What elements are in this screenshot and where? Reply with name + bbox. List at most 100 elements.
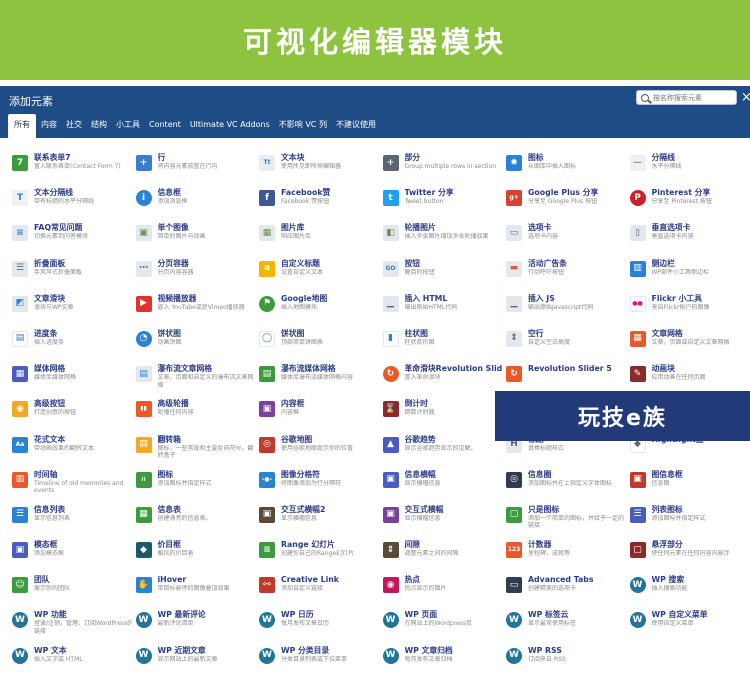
element-item[interactable]: W WP RSS 订阅来自 RSS (502, 642, 626, 677)
accordion-icon: ☰ (12, 260, 28, 277)
element-item[interactable]: ⌛ 倒计时 倒数计时器 (379, 395, 503, 430)
element-item[interactable]: -●- 图像分格符 将图像添加为行分隔符 (255, 466, 379, 501)
element-item[interactable]: ▥ 时间轴 Timeline of old memories and events (8, 466, 132, 501)
element-item[interactable]: ◧ 轮播图片 插入多张图片增加多张轮播效果 (379, 219, 503, 254)
element-item[interactable]: ⇕ 空行 自定义空白高度 (502, 325, 626, 360)
element-item[interactable]: g+ Google Plus 分享 分享至 Google Plus 按钮 (502, 184, 626, 219)
element-item[interactable]: P Pinterest 分享 分享至 Pinterest 按钮 (626, 184, 750, 219)
close-icon[interactable]: × (741, 91, 750, 104)
element-item[interactable]: ▮ 柱状图 柱状条形图 (379, 325, 503, 360)
element-item[interactable]: ◎ 谷歌地图 使用谷歌地图提示你的位置 (255, 431, 379, 466)
element-item[interactable]: ▤ 翻转箱 图标，一些常规和主要反向符号，翻转盒子 (132, 431, 256, 466)
element-item[interactable]: ▢ 悬浮部分 使任何元素在任何内容内悬浮 (626, 536, 750, 571)
tab-6[interactable]: Ultimate VC Addons (186, 114, 274, 138)
element-item[interactable]: ▦ 媒体网格 媒体库媒体网格 (8, 360, 132, 395)
element-item[interactable]: ▥ 侧边栏 WP部件小工具侧边栏 (626, 255, 750, 290)
element-item[interactable]: ◩ 文章滑块 滑块与WP文章 (8, 290, 132, 325)
element-item[interactable]: t Twitter 分享 Tweet button (379, 184, 503, 219)
element-item[interactable]: — 分隔线 水平分隔线 (626, 149, 750, 184)
element-item[interactable]: ▣ 交互式横幅2 显示横幅信息 (255, 501, 379, 536)
element-item[interactable]: ✹ 图标 从图库中插入图标 (502, 149, 626, 184)
tab-0[interactable]: 所有 (8, 114, 36, 138)
element-item[interactable]: Tt 文本块 使用所见即所得编辑器 (255, 149, 379, 184)
element-item[interactable]: ▦ 文章网格 文章，页面或自定义文章网格 (626, 325, 750, 360)
element-item[interactable]: ●● Flickr 小工具 来自Flickr帐户的图像 (626, 290, 750, 325)
element-item[interactable]: + 部分 Group multiple rows in section (379, 149, 503, 184)
element-item[interactable]: ▦ 信息表 创建漂亮的信息表。 (132, 501, 256, 536)
element-item[interactable]: W WP 日历 每月发布文章日历 (255, 606, 379, 641)
element-item[interactable]: W WP 搜索 插入搜索功能 (626, 571, 750, 606)
tab-3[interactable]: 结构 (87, 114, 111, 138)
element-item[interactable]: W WP 分类目录 分类目录列表或下拉菜单 (255, 642, 379, 677)
element-item[interactable]: W WP 文章归档 每月发布文章归档 (379, 642, 503, 677)
element-item[interactable]: ☺ 团队 展示你的团队 (8, 571, 132, 606)
element-item[interactable]: ▤ 瀑布流文章网格 文章，页面和自定义的瀑布流文章网格 (132, 360, 256, 395)
element-item[interactable]: ▭ 选项卡 选项卡内容 (502, 219, 626, 254)
element-item[interactable]: ▯ 垂直选项卡 垂直选项卡内容 (626, 219, 750, 254)
element-item[interactable]: W WP 自定义菜单 使用自定义菜单 (626, 606, 750, 641)
tab-5[interactable]: Content (145, 114, 185, 138)
element-item[interactable]: ◉ 热点 热点显示的图片 (379, 571, 503, 606)
element-item[interactable]: ⁞⁞ 图标 添加图标并指定样式 (132, 466, 256, 501)
element-name: Creative Link (281, 575, 339, 585)
element-item[interactable]: a 自定义标题 设置自定义文本 (255, 255, 379, 290)
element-item[interactable]: ▲ 谷歌趋势 显示谷歌趋势显示的见解。 (379, 431, 503, 466)
element-item[interactable]: ▭ Advanced Tabs 创建精美的选项卡 (502, 571, 626, 606)
element-item[interactable]: W WP 页面 在网站上的Wordpress页 (379, 606, 503, 641)
element-item[interactable]: W WP 最新评论 最新评论清单 (132, 606, 256, 641)
element-item[interactable]: ⚯ Creative Link 添加自定义链接 (255, 571, 379, 606)
element-item[interactable]: f Facebook赞 Facebook 赞按钮 (255, 184, 379, 219)
element-item[interactable]: W WP 文本 插入文字或 HTML (8, 642, 132, 677)
element-item[interactable]: + 行将内容元素放置在行内 (132, 149, 256, 184)
element-item[interactable]: ◆ 价目框 酷炫的价目表 (132, 536, 256, 571)
countdown-icon: ⌛ (382, 401, 399, 418)
element-item[interactable]: ▣ 信息横幅 显示横幅信息 (379, 466, 503, 501)
element-item[interactable]: ≡ FAQ常见问题 切换元素到问答模块 (8, 219, 132, 254)
element-item[interactable]: W WP 近期文章 显示网站上的最新文章 (132, 642, 256, 677)
element-item[interactable]: ☰ 信息列表 显示信息列表 (8, 501, 132, 536)
element-item[interactable]: ▁ 插入 HTML 输出原始HTML代码 (379, 290, 503, 325)
element-item[interactable]: ▦ 图片库 响应图片库 (255, 219, 379, 254)
element-item[interactable]: ◯ 饼状图 顶部简单饼图表 (255, 325, 379, 360)
element-item[interactable]: ◎ 信息圈 添加图标并在上指定义字体图标 (502, 466, 626, 501)
element-item[interactable]: Aa 花式文本 带动画效果的翻转文本 (8, 431, 132, 466)
element-item[interactable]: ⇕ 间隙 调整元素之间的间隙 (379, 536, 503, 571)
element-item[interactable]: 7 联系表单7 置入联系表单(Contact Form 7) (8, 149, 132, 184)
element-item[interactable]: ▣ 图信息框 信息图 (626, 466, 750, 501)
element-item[interactable]: ≡ Range 幻灯片 创建你自己的Range幻灯片 (255, 536, 379, 571)
tab-8[interactable]: 不建议使用 (332, 114, 380, 138)
element-item[interactable]: ⋯ 分页容器 分页内容容器 (132, 255, 256, 290)
element-item[interactable]: ◉ 高级按钮 打造创意的按钮 (8, 395, 132, 430)
element-item[interactable]: ⚑ Google地图 插入地图模块 (255, 290, 379, 325)
element-item[interactable]: W WP 功能 登录/注销，管理，订阅WordPress的链接 (8, 606, 132, 641)
element-item[interactable]: GO 按钮 醒目的按钮 (379, 255, 503, 290)
element-item[interactable]: W WP 标签云 显示最常使用标签 (502, 606, 626, 641)
tab-1[interactable]: 内容 (37, 114, 61, 138)
element-item[interactable]: ▣ 模态框 添加模态框 (8, 536, 132, 571)
element-item[interactable]: ☰ 折叠面板 手风琴式折叠面板 (8, 255, 132, 290)
element-item[interactable]: 123 计数器 里程碑，成就等 (502, 536, 626, 571)
element-item[interactable]: i 信息框 添加消息框 (132, 184, 256, 219)
element-item[interactable]: ▣ 交互式横幅 显示横幅信息 (379, 501, 503, 536)
element-item[interactable]: ▣ 单个图像 简单的图片与动画 (132, 219, 256, 254)
element-item[interactable]: ◔ 饼状图 动画饼图 (132, 325, 256, 360)
element-item[interactable]: ▤ 瀑布流媒体网格 媒体库瀑布流媒体网格内容 (255, 360, 379, 395)
element-item[interactable]: ▬ 活动广告条 行动呼吁按钮 (502, 255, 626, 290)
tab-2[interactable]: 社交 (62, 114, 86, 138)
element-item[interactable]: ▢ 只是图标 添加一个简单的图标，并给予一定的链接 (502, 501, 626, 536)
search-box[interactable] (636, 90, 737, 105)
element-description: 每月发布文章日历 (281, 620, 330, 628)
search-input[interactable] (653, 93, 733, 102)
element-item[interactable]: ↻ 革命滑块Revolution Slider 置入革命滑块 (379, 360, 502, 395)
element-item[interactable]: ☰ 列表图标 添加图标并指定样式 (626, 501, 750, 536)
element-item[interactable]: ▁ 插入 JS 输出原始Javascript代码 (502, 290, 626, 325)
element-item[interactable]: ▮▮ 高级轮播 轮播任何内容 (132, 395, 256, 430)
element-item[interactable]: ▤ 进度条 插入进度条 (8, 325, 132, 360)
element-item[interactable]: ✋ iHover 带鼠标悬停的图像叠加效果 (132, 571, 256, 606)
element-item[interactable]: T 文本分隔线 带有标题的水平分隔线 (8, 184, 132, 219)
element-item[interactable]: ▣ 内容框 内容框 (255, 395, 379, 430)
tab-7[interactable]: 不影响 VC 列 (275, 114, 331, 138)
tab-4[interactable]: 小工具 (112, 114, 144, 138)
element-item[interactable]: ▶ 视频播放器 嵌入 YouTube或是Vimeo播放器 (132, 290, 256, 325)
element-name: 图片库 (281, 223, 305, 233)
